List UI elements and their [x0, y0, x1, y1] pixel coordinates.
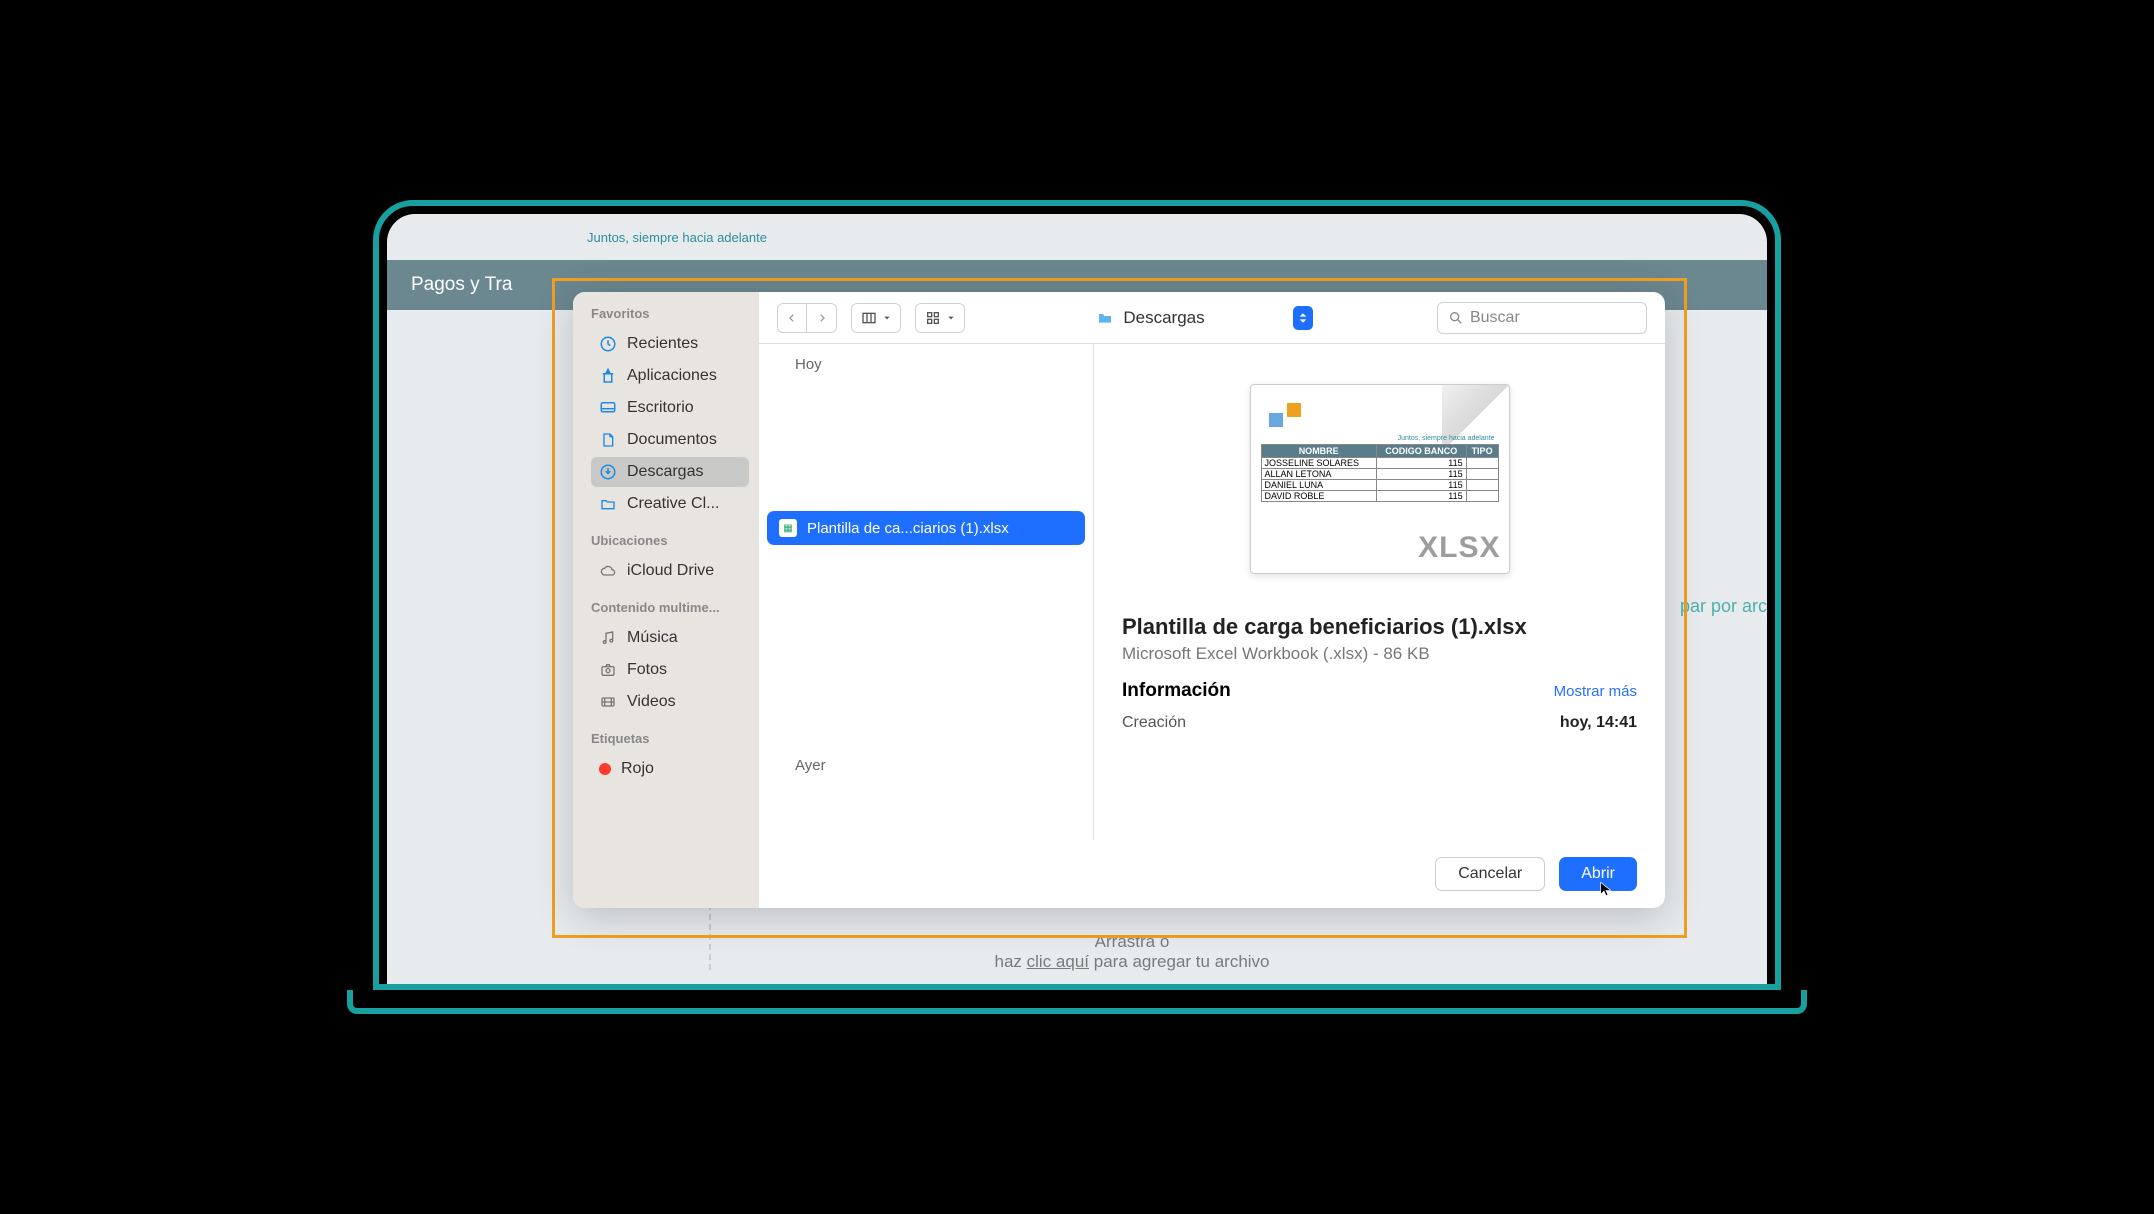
cloud-icon [599, 562, 617, 580]
search-input[interactable]: Buscar [1437, 302, 1647, 334]
file-list: Hoy ▦ Plantilla de ca...ciarios (1).xlsx… [759, 344, 1094, 840]
chevron-down-icon [946, 314, 956, 322]
forward-button[interactable] [807, 303, 837, 333]
sidebar-item-applications[interactable]: Aplicaciones [591, 361, 749, 391]
sidebar-item-label: Creative Cl... [627, 495, 719, 513]
chevron-down-icon [882, 314, 892, 322]
download-icon [599, 463, 617, 481]
sidebar-item-label: Rojo [621, 760, 654, 778]
created-value: hoy, 14:41 [1560, 714, 1637, 732]
sidebar-item-label: Fotos [627, 661, 667, 679]
tag-dot-icon [599, 763, 611, 775]
camera-icon [599, 661, 617, 679]
sidebar-item-label: Recientes [627, 335, 698, 353]
columns-icon [860, 310, 878, 326]
sidebar-item-label: Descargas [627, 463, 703, 481]
apps-icon [599, 367, 617, 385]
list-section-yesterday: Ayer [759, 745, 1093, 782]
sidebar-item-label: iCloud Drive [627, 562, 714, 580]
created-label: Creación [1122, 714, 1186, 732]
xlsx-badge: XLSX [1418, 531, 1500, 565]
sidebar: Favoritos Recientes Aplicaciones Escrito… [573, 292, 759, 908]
document-icon [599, 431, 617, 449]
sidebar-item-documents[interactable]: Documentos [591, 425, 749, 455]
sidebar-item-videos[interactable]: Videos [591, 687, 749, 717]
search-placeholder: Buscar [1470, 309, 1520, 327]
grid-icon [924, 310, 942, 326]
sidebar-section-media: Contenido multime... [591, 600, 749, 615]
file-thumbnail: Juntos, siempre hacia adelante NOMBRECOD… [1250, 384, 1510, 574]
video-icon [599, 693, 617, 711]
sidebar-section-locations: Ubicaciones [591, 533, 749, 548]
preview-subtitle: Microsoft Excel Workbook (.xlsx) - 86 KB [1122, 644, 1637, 664]
updown-icon [1293, 306, 1313, 330]
sidebar-item-label: Música [627, 629, 678, 647]
open-button[interactable]: Abrir [1559, 857, 1637, 891]
file-name: Plantilla de ca...ciarios (1).xlsx [807, 520, 1009, 537]
sidebar-section-favorites: Favoritos [591, 306, 749, 321]
show-more-link[interactable]: Mostrar más [1554, 683, 1637, 700]
cursor-icon [1598, 879, 1614, 899]
sidebar-item-label: Videos [627, 693, 676, 711]
main-panel: Descargas Buscar Hoy ▦ [759, 292, 1665, 908]
back-button[interactable] [777, 303, 807, 333]
desktop-icon [599, 399, 617, 417]
preview-filename: Plantilla de carga beneficiarios (1).xls… [1122, 614, 1637, 640]
folder-icon [599, 495, 617, 513]
folder-icon [1095, 310, 1115, 326]
sidebar-section-tags: Etiquetas [591, 731, 749, 746]
sidebar-item-recents[interactable]: Recientes [591, 329, 749, 359]
toolbar: Descargas Buscar [759, 292, 1665, 344]
dropzone-link[interactable]: clic aquí [1027, 952, 1089, 971]
dialog-footer: Cancelar Abrir [759, 840, 1665, 908]
preview-panel: Juntos, siempre hacia adelante NOMBRECOD… [1094, 344, 1665, 840]
info-heading: Información [1122, 680, 1231, 702]
nav-title: Pagos y Tra [411, 274, 512, 296]
sidebar-item-creativecloud[interactable]: Creative Cl... [591, 489, 749, 519]
file-open-dialog: Favoritos Recientes Aplicaciones Escrito… [573, 292, 1665, 908]
sidebar-item-label: Escritorio [627, 399, 694, 417]
list-section-today: Hoy [759, 344, 1093, 381]
location-label: Descargas [1123, 308, 1204, 328]
location-dropdown[interactable]: Descargas [1085, 302, 1316, 334]
file-row[interactable]: ▦ Plantilla de ca...ciarios (1).xlsx [767, 511, 1085, 545]
view-columns-button[interactable] [851, 303, 901, 333]
view-group-button[interactable] [915, 303, 965, 333]
sidebar-tag-red[interactable]: Rojo [591, 754, 749, 784]
sidebar-item-label: Documentos [627, 431, 717, 449]
search-icon [1448, 310, 1464, 326]
clock-icon [599, 335, 617, 353]
dropzone-text: Arrastra o haz clic aquí para agregar tu… [994, 932, 1269, 972]
sidebar-item-downloads[interactable]: Descargas [591, 457, 749, 487]
sidebar-item-desktop[interactable]: Escritorio [591, 393, 749, 423]
thumb-table: NOMBRECODIGO BANCOTIPO JOSSELINE SOLARES… [1261, 444, 1499, 502]
sidebar-item-label: Aplicaciones [627, 367, 717, 385]
sidebar-item-icloud[interactable]: iCloud Drive [591, 556, 749, 586]
cancel-button[interactable]: Cancelar [1435, 857, 1545, 891]
sidebar-item-music[interactable]: Música [591, 623, 749, 653]
sidebar-item-photos[interactable]: Fotos [591, 655, 749, 685]
music-icon [599, 629, 617, 647]
slogan: Juntos, siempre hacia adelante [587, 230, 767, 245]
excel-file-icon: ▦ [779, 519, 797, 537]
background-right-text: par por arc [1680, 596, 1767, 617]
